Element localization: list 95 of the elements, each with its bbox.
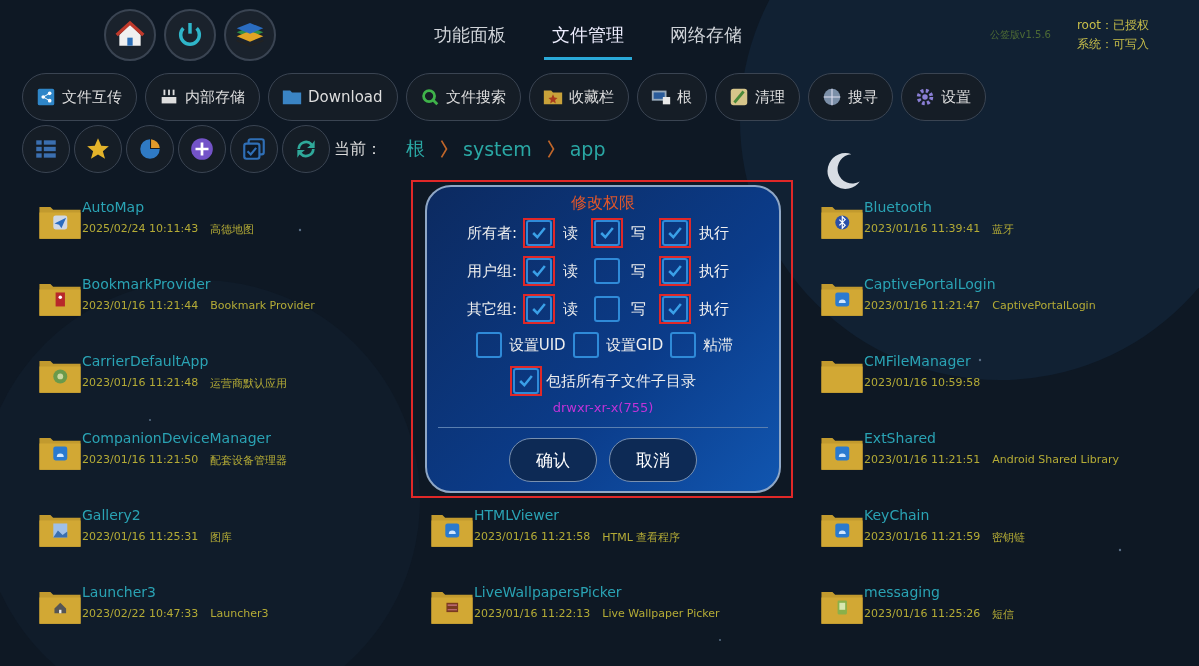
file-date: 2023/01/16 11:39:41 [864, 222, 981, 237]
file-date: 2023/01/16 10:59:58 [864, 376, 981, 389]
checkbox-label: 读 [563, 299, 580, 319]
file-description: CaptivePortalLogin [992, 299, 1096, 312]
checkbox-label: 设置UID [508, 335, 566, 355]
checkbox[interactable] [594, 220, 621, 246]
checkbox[interactable] [662, 296, 689, 322]
add-icon [189, 136, 215, 162]
checkbox[interactable] [526, 258, 553, 284]
dialog-button[interactable]: 确认 [509, 438, 597, 482]
path-segment[interactable]: system [463, 138, 532, 160]
shortcut-button[interactable]: 内部存储 [145, 73, 260, 121]
checkbox[interactable] [670, 332, 697, 358]
file-date: 2023/01/16 11:21:50 [82, 453, 199, 468]
file-name[interactable]: HTMLViewer [474, 507, 681, 523]
chevron-icon [545, 138, 556, 160]
file-name[interactable]: AutoMap [82, 199, 255, 215]
checkbox-label: 包括所有子文件子目录 [546, 371, 696, 391]
checkbox[interactable] [513, 368, 539, 394]
chevron-icon [439, 138, 449, 160]
shortcut-button[interactable]: Download [268, 73, 398, 121]
dialog-title: 修改权限 [571, 193, 635, 214]
file-description: HTML 查看程序 [602, 530, 681, 545]
file-description: 配套设备管理器 [210, 453, 288, 468]
file-name[interactable]: Launcher3 [82, 584, 269, 600]
file-name[interactable]: Gallery2 [82, 507, 233, 523]
tab[interactable]: 文件管理 [544, 16, 632, 60]
shortcut-button[interactable]: 文件搜索 [405, 73, 521, 121]
share-icon [35, 86, 57, 108]
file-name[interactable]: CMFileManager [864, 353, 981, 369]
checkbox-label: 执行 [699, 261, 731, 281]
file-description: Live Wallpaper Picker [602, 607, 720, 620]
row-label: 用户组: [466, 261, 518, 281]
multi-select-icon [241, 136, 267, 162]
file-date: 2023/01/16 11:21:51 [864, 453, 981, 466]
checkbox-label: 写 [631, 261, 648, 281]
file-date: 2023/02/22 10:47:33 [82, 607, 199, 620]
row-label: 其它组: [466, 299, 518, 319]
file-date: 2023/01/16 11:22:13 [474, 607, 591, 620]
file-description: Launcher3 [210, 607, 269, 620]
checkbox-label: 粘滞 [703, 335, 734, 355]
checkbox[interactable] [526, 220, 553, 246]
checkbox-label: 读 [563, 261, 580, 281]
checkbox-label: 执行 [699, 223, 731, 243]
file-description: 运营商默认应用 [210, 376, 288, 391]
file-date: 2023/01/16 11:25:31 [82, 530, 199, 545]
permission-mode: drwxr-xr-x(755) [552, 400, 654, 415]
tab[interactable]: 功能面板 [426, 16, 514, 60]
checkbox[interactable] [594, 258, 621, 284]
file-description: 高德地图 [210, 222, 255, 237]
file-date: 2023/01/16 11:21:48 [82, 376, 199, 391]
checkbox[interactable] [662, 220, 689, 246]
shortcut-button[interactable]: 收藏栏 [528, 73, 629, 121]
file-description: 短信 [992, 607, 1015, 622]
file-description: Bookmark Provider [210, 299, 315, 312]
file-description: 蓝牙 [992, 222, 1015, 237]
version-label: 公签版v1.5.6 [989, 28, 1051, 42]
file-name[interactable]: ExtShared [864, 430, 1120, 446]
file-date: 2023/01/16 11:21:44 [82, 299, 199, 312]
row-label: 所有者: [466, 223, 518, 243]
checkbox-label: 写 [631, 223, 648, 243]
checkbox-label: 执行 [699, 299, 731, 319]
file-description: Android Shared Library [992, 453, 1120, 466]
file-name[interactable]: BookmarkProvider [82, 276, 315, 292]
path-segment[interactable]: app [569, 138, 606, 160]
file-description: 密钥链 [992, 530, 1026, 545]
file-date: 2023/01/16 11:25:26 [864, 607, 981, 622]
path-segment[interactable]: 根 [406, 136, 425, 162]
file-date: 2023/01/16 11:21:59 [864, 530, 981, 545]
file-name[interactable]: CaptivePortalLogin [864, 276, 1096, 292]
file-name[interactable]: CompanionDeviceManager [82, 430, 288, 446]
file-name[interactable]: KeyChain [864, 507, 1026, 523]
file-name[interactable]: LiveWallpapersPicker [474, 584, 720, 600]
checkbox[interactable] [594, 296, 621, 322]
pie-chart-icon [137, 136, 163, 162]
checkbox-label: 设置GID [605, 335, 664, 355]
file-date: 2023/01/16 11:21:47 [864, 299, 981, 312]
file-date: 2025/02/24 10:11:43 [82, 222, 199, 237]
tab[interactable]: 网络存储 [662, 16, 750, 60]
shortcut-button[interactable]: 文件互传 [22, 73, 137, 121]
file-name[interactable]: messaging [864, 584, 1015, 600]
file-description: 图库 [210, 530, 233, 545]
dialog-button[interactable]: 取消 [609, 438, 697, 482]
file-name[interactable]: Bluetooth [864, 199, 1015, 215]
checkbox-label: 读 [563, 223, 580, 243]
checkbox-label: 写 [631, 299, 648, 319]
file-name[interactable]: CarrierDefaultApp [82, 353, 288, 369]
checkbox[interactable] [475, 332, 502, 358]
checkbox[interactable] [572, 332, 599, 358]
checkbox[interactable] [526, 296, 553, 322]
status-text: root：已授权 [1076, 17, 1149, 34]
checkbox[interactable] [662, 258, 689, 284]
status-text: 系统：可写入 [1076, 36, 1149, 53]
file-date: 2023/01/16 11:21:58 [474, 530, 591, 545]
path-label: 当前： [334, 138, 382, 160]
